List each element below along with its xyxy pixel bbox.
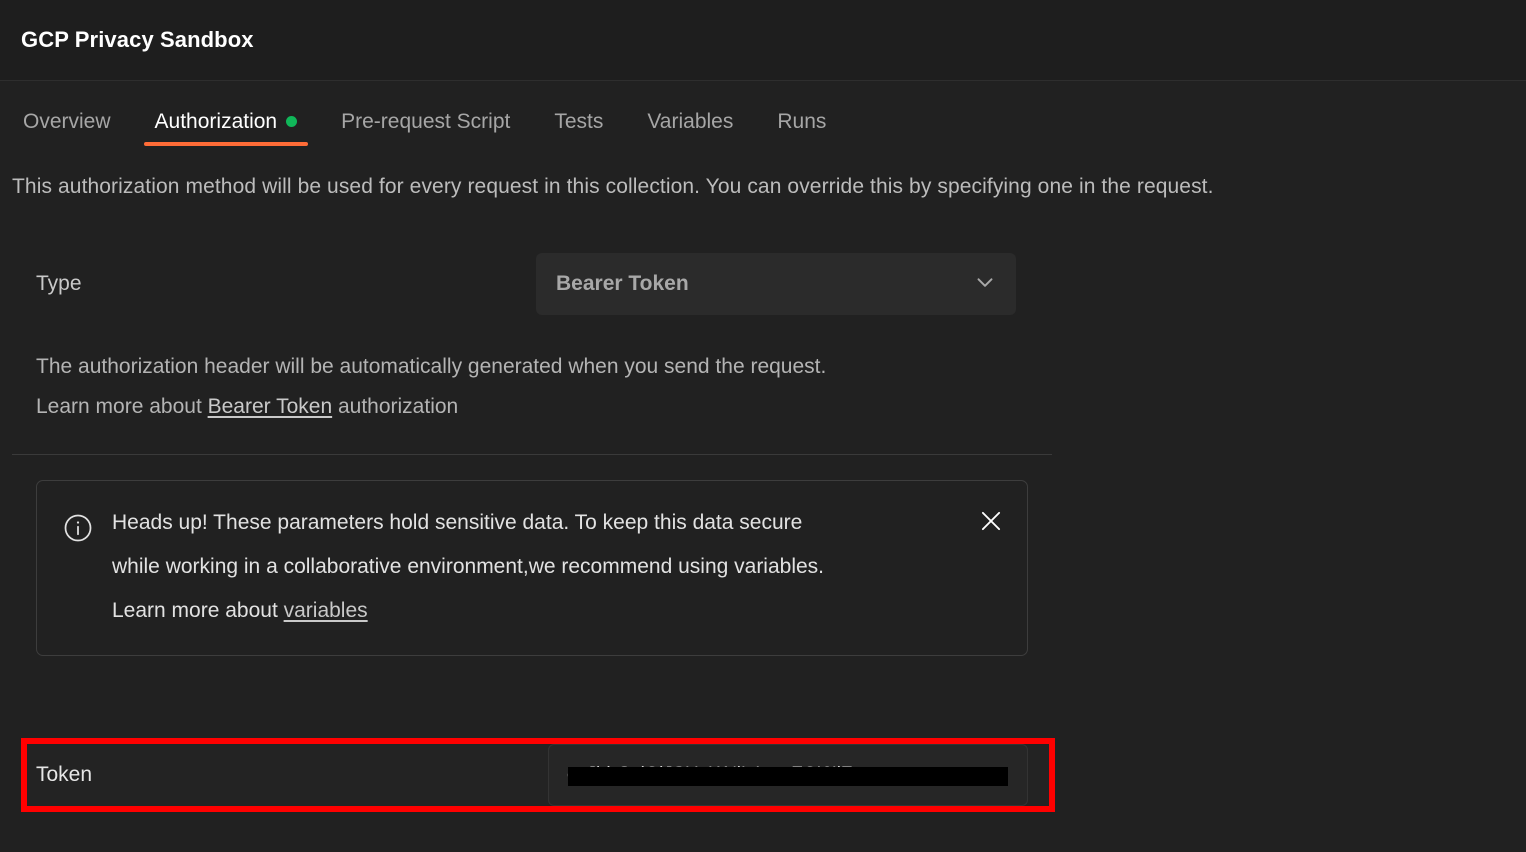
app-header: GCP Privacy Sandbox: [0, 0, 1526, 81]
token-row-highlight-box: [21, 738, 1055, 812]
tab-status-dot-icon: [286, 116, 297, 127]
tab-runs[interactable]: Runs: [765, 111, 838, 146]
tab-pre-request-script[interactable]: Pre-request Script: [329, 111, 522, 146]
sensitive-data-callout: Heads up! These parameters hold sensitiv…: [36, 480, 1028, 656]
authorization-intro-text: This authorization method will be used f…: [12, 146, 1526, 199]
info-circle-icon: [63, 513, 93, 548]
callout-line-2: while working in a collaborative environ…: [112, 545, 979, 589]
auth-learn-more-prefix: Learn more about: [36, 395, 208, 418]
tab-label: Runs: [777, 111, 826, 132]
authorization-panel: This authorization method will be used f…: [0, 146, 1526, 656]
tab-variables[interactable]: Variables: [635, 111, 745, 146]
variables-link[interactable]: variables: [284, 599, 368, 622]
chevron-down-icon: [972, 269, 998, 300]
collection-tabbar: Overview Authorization Pre-request Scrip…: [0, 81, 1526, 146]
auth-description-line-1: The authorization header will be automat…: [36, 347, 1526, 387]
bearer-token-link[interactable]: Bearer Token: [208, 395, 333, 418]
section-divider: [12, 454, 1052, 455]
close-icon[interactable]: [975, 505, 1007, 537]
callout-line-1: Heads up! These parameters hold sensitiv…: [112, 501, 979, 545]
auth-learn-more-suffix: authorization: [332, 395, 458, 418]
auth-type-row: Type Bearer Token: [12, 253, 1526, 315]
callout-learn-more-prefix: Learn more about: [112, 599, 284, 622]
tab-label: Authorization: [155, 111, 278, 132]
auth-description-line-2: Learn more about Bearer Token authorizat…: [36, 387, 1526, 427]
tab-label: Pre-request Script: [341, 111, 510, 132]
tab-authorization[interactable]: Authorization: [143, 111, 310, 146]
tab-tests[interactable]: Tests: [542, 111, 615, 146]
tab-label: Variables: [647, 111, 733, 132]
tab-label: Tests: [554, 111, 603, 132]
tab-overview[interactable]: Overview: [11, 111, 123, 146]
auth-description: The authorization header will be automat…: [12, 347, 1526, 427]
tab-label: Overview: [23, 111, 111, 132]
auth-type-select[interactable]: Bearer Token: [536, 253, 1016, 315]
callout-message: Heads up! These parameters hold sensitiv…: [93, 501, 1009, 633]
auth-type-label: Type: [12, 272, 536, 296]
auth-type-value: Bearer Token: [556, 272, 689, 296]
collection-title: GCP Privacy Sandbox: [21, 27, 254, 53]
callout-line-3: Learn more about variables: [112, 589, 979, 633]
